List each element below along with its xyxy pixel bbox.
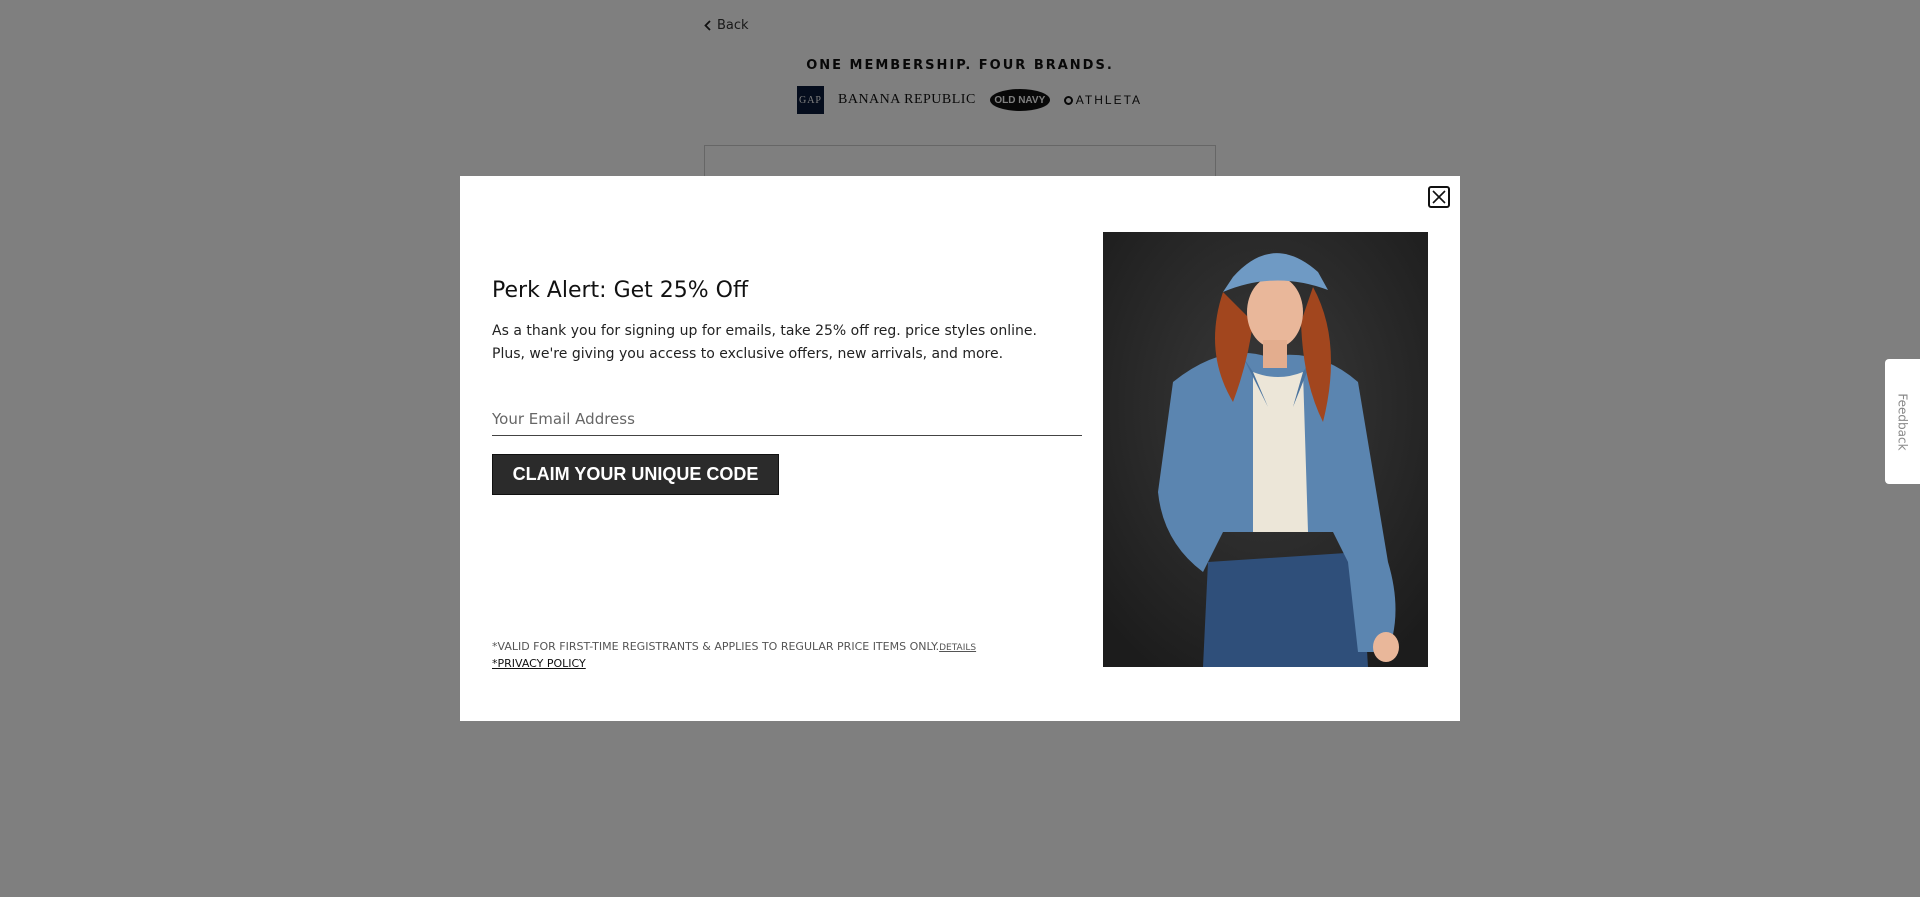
close-icon (1432, 190, 1446, 204)
email-signup-modal: Perk Alert: Get 25% Off As a thank you f… (460, 176, 1460, 721)
model-photo (1103, 232, 1428, 667)
email-input[interactable] (492, 402, 1082, 436)
details-link[interactable]: DETAILS (939, 643, 976, 653)
legal-text: *VALID FOR FIRST-TIME REGISTRANTS & APPL… (492, 640, 940, 653)
feedback-tab[interactable]: Feedback (1885, 359, 1920, 484)
modal-body-text: As a thank you for signing up for emails… (492, 323, 1037, 362)
privacy-policy-link[interactable]: *PRIVACY POLICY (492, 656, 976, 672)
feedback-label: Feedback (1895, 392, 1910, 451)
model-illustration (1103, 232, 1428, 667)
claim-code-button[interactable]: CLAIM YOUR UNIQUE CODE (492, 454, 779, 495)
legal-disclaimer: *VALID FOR FIRST-TIME REGISTRANTS & APPL… (492, 639, 976, 672)
close-button[interactable] (1428, 186, 1450, 208)
modal-headline: Perk Alert: Get 25% Off (492, 278, 749, 303)
